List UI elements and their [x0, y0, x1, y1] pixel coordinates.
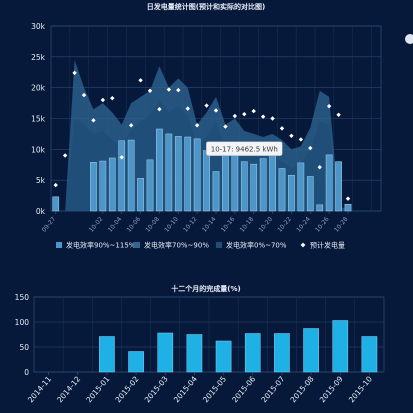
- chart-2-bar-2015-06[interactable]: [244, 333, 261, 373]
- chart-2-bar-2015-05[interactable]: [215, 340, 232, 373]
- chart-1-bar-10-19[interactable]: [259, 158, 267, 212]
- chart-1-bar-10-02[interactable]: [99, 160, 107, 212]
- chart-1-y-tick-label: 0k: [36, 207, 46, 216]
- chart-1-y-tick-label: 25k: [31, 53, 46, 62]
- legend-label: 预计发电量: [310, 241, 345, 250]
- chart-1-bar-10-12[interactable]: [193, 138, 201, 212]
- chart-2-title: 十二个月的完成量(%): [171, 284, 240, 293]
- charts-canvas: 日发电量统计图(预计和实际的对比图) 0k5k10k15k20k25k30k09…: [0, 0, 413, 413]
- chart-1-y-tick-label: 20k: [31, 84, 46, 93]
- chart-1-bar-09-27[interactable]: [52, 196, 60, 212]
- chart-1-bar-10-07[interactable]: [146, 159, 154, 212]
- chart-2-y-tick-label: 50: [19, 343, 29, 352]
- chart-1-y-tick-label: 5k: [36, 176, 46, 185]
- chart-1-bar-10-17[interactable]: [240, 161, 248, 212]
- legend-swatch: [56, 242, 62, 248]
- legend-swatch: [216, 242, 222, 248]
- chart-2-y-tick-label: 150: [15, 293, 30, 302]
- chart-2-bar-2015-07[interactable]: [274, 333, 290, 373]
- chart-1-bar-10-16[interactable]: [231, 152, 239, 212]
- chart-2-y-tick-label: 0: [24, 368, 29, 377]
- chart-1-bar-10-14[interactable]: [212, 171, 220, 212]
- chart-1-title: 日发电量统计图(预计和实际的对比图): [147, 2, 265, 11]
- chart-1-bar-10-28[interactable]: [344, 203, 352, 212]
- chart-1-bar-10-09[interactable]: [165, 133, 173, 212]
- chart-1-y-tick-label: 15k: [31, 115, 46, 124]
- chart-2-bar-2015-09[interactable]: [332, 320, 349, 373]
- chart-1-bar-10-03[interactable]: [108, 157, 116, 212]
- chart-2-bar-2015-08[interactable]: [303, 328, 319, 373]
- chart-1-bar-10-04[interactable]: [118, 140, 126, 212]
- chart-1-tooltip: 10-17: 9462.5 kWh: [206, 141, 283, 156]
- chart-1-bar-10-05[interactable]: [127, 139, 135, 212]
- chart-1-bar-10-13[interactable]: [203, 150, 210, 212]
- chart-2-bar-2015-01[interactable]: [99, 336, 115, 373]
- legend-label: 发电效率0%~70%: [226, 241, 287, 250]
- chart-1-bar-10-11[interactable]: [184, 136, 192, 212]
- chart-1-legend-item[interactable]: 发电效率0%~70%: [216, 241, 287, 250]
- chart-1-bar-10-08[interactable]: [156, 128, 163, 212]
- chart-1-bar-10-22[interactable]: [288, 174, 295, 212]
- chart-1-bar-10-27[interactable]: [335, 161, 342, 212]
- dashboard: 日发电量统计图(预计和实际的对比图) 0k 5k 10k 15k 20k 25k 30k 09…: [0, 0, 413, 413]
- chart-2-bar-2015-04[interactable]: [186, 334, 203, 373]
- chart-2-y-tick-label: 100: [15, 318, 30, 327]
- chart-1-bar-10-18[interactable]: [250, 163, 258, 212]
- chart-1-tooltip-text: 10-17: 9462.5 kWh: [211, 146, 278, 154]
- chart-1-bar-10-15[interactable]: [222, 154, 229, 212]
- chart-2-bar-2015-03[interactable]: [157, 332, 174, 373]
- legend-label: 发电效率90%~115%: [66, 241, 136, 250]
- chart-1-bar-10-20[interactable]: [269, 154, 276, 212]
- chart-1-legend-item[interactable]: 发电效率70%~90%: [134, 241, 209, 250]
- chart-1-bar-10-10[interactable]: [174, 136, 182, 212]
- chart-1-bar-10-26[interactable]: [325, 154, 333, 212]
- chart-1-y-tick-label: 30k: [31, 22, 46, 31]
- chart-2-bar-2015-10[interactable]: [361, 336, 378, 373]
- chart-2-bar-2015-02[interactable]: [128, 351, 144, 373]
- legend-label: 发电效率70%~90%: [144, 241, 209, 250]
- chart-1-bar-10-23[interactable]: [297, 162, 305, 212]
- chart-1-bar-10-24[interactable]: [306, 176, 314, 212]
- chart-1-bar-10-25[interactable]: [316, 204, 324, 212]
- chart-1-bar-10-21[interactable]: [278, 168, 286, 212]
- legend-swatch: [134, 242, 140, 248]
- chart-1-bar-10-06[interactable]: [137, 178, 144, 212]
- chart-1-bar-10-01[interactable]: [90, 162, 97, 212]
- chart-1-y-tick-label: 10k: [31, 145, 46, 154]
- chart-1-legend-item[interactable]: 发电效率90%~115%: [56, 241, 136, 250]
